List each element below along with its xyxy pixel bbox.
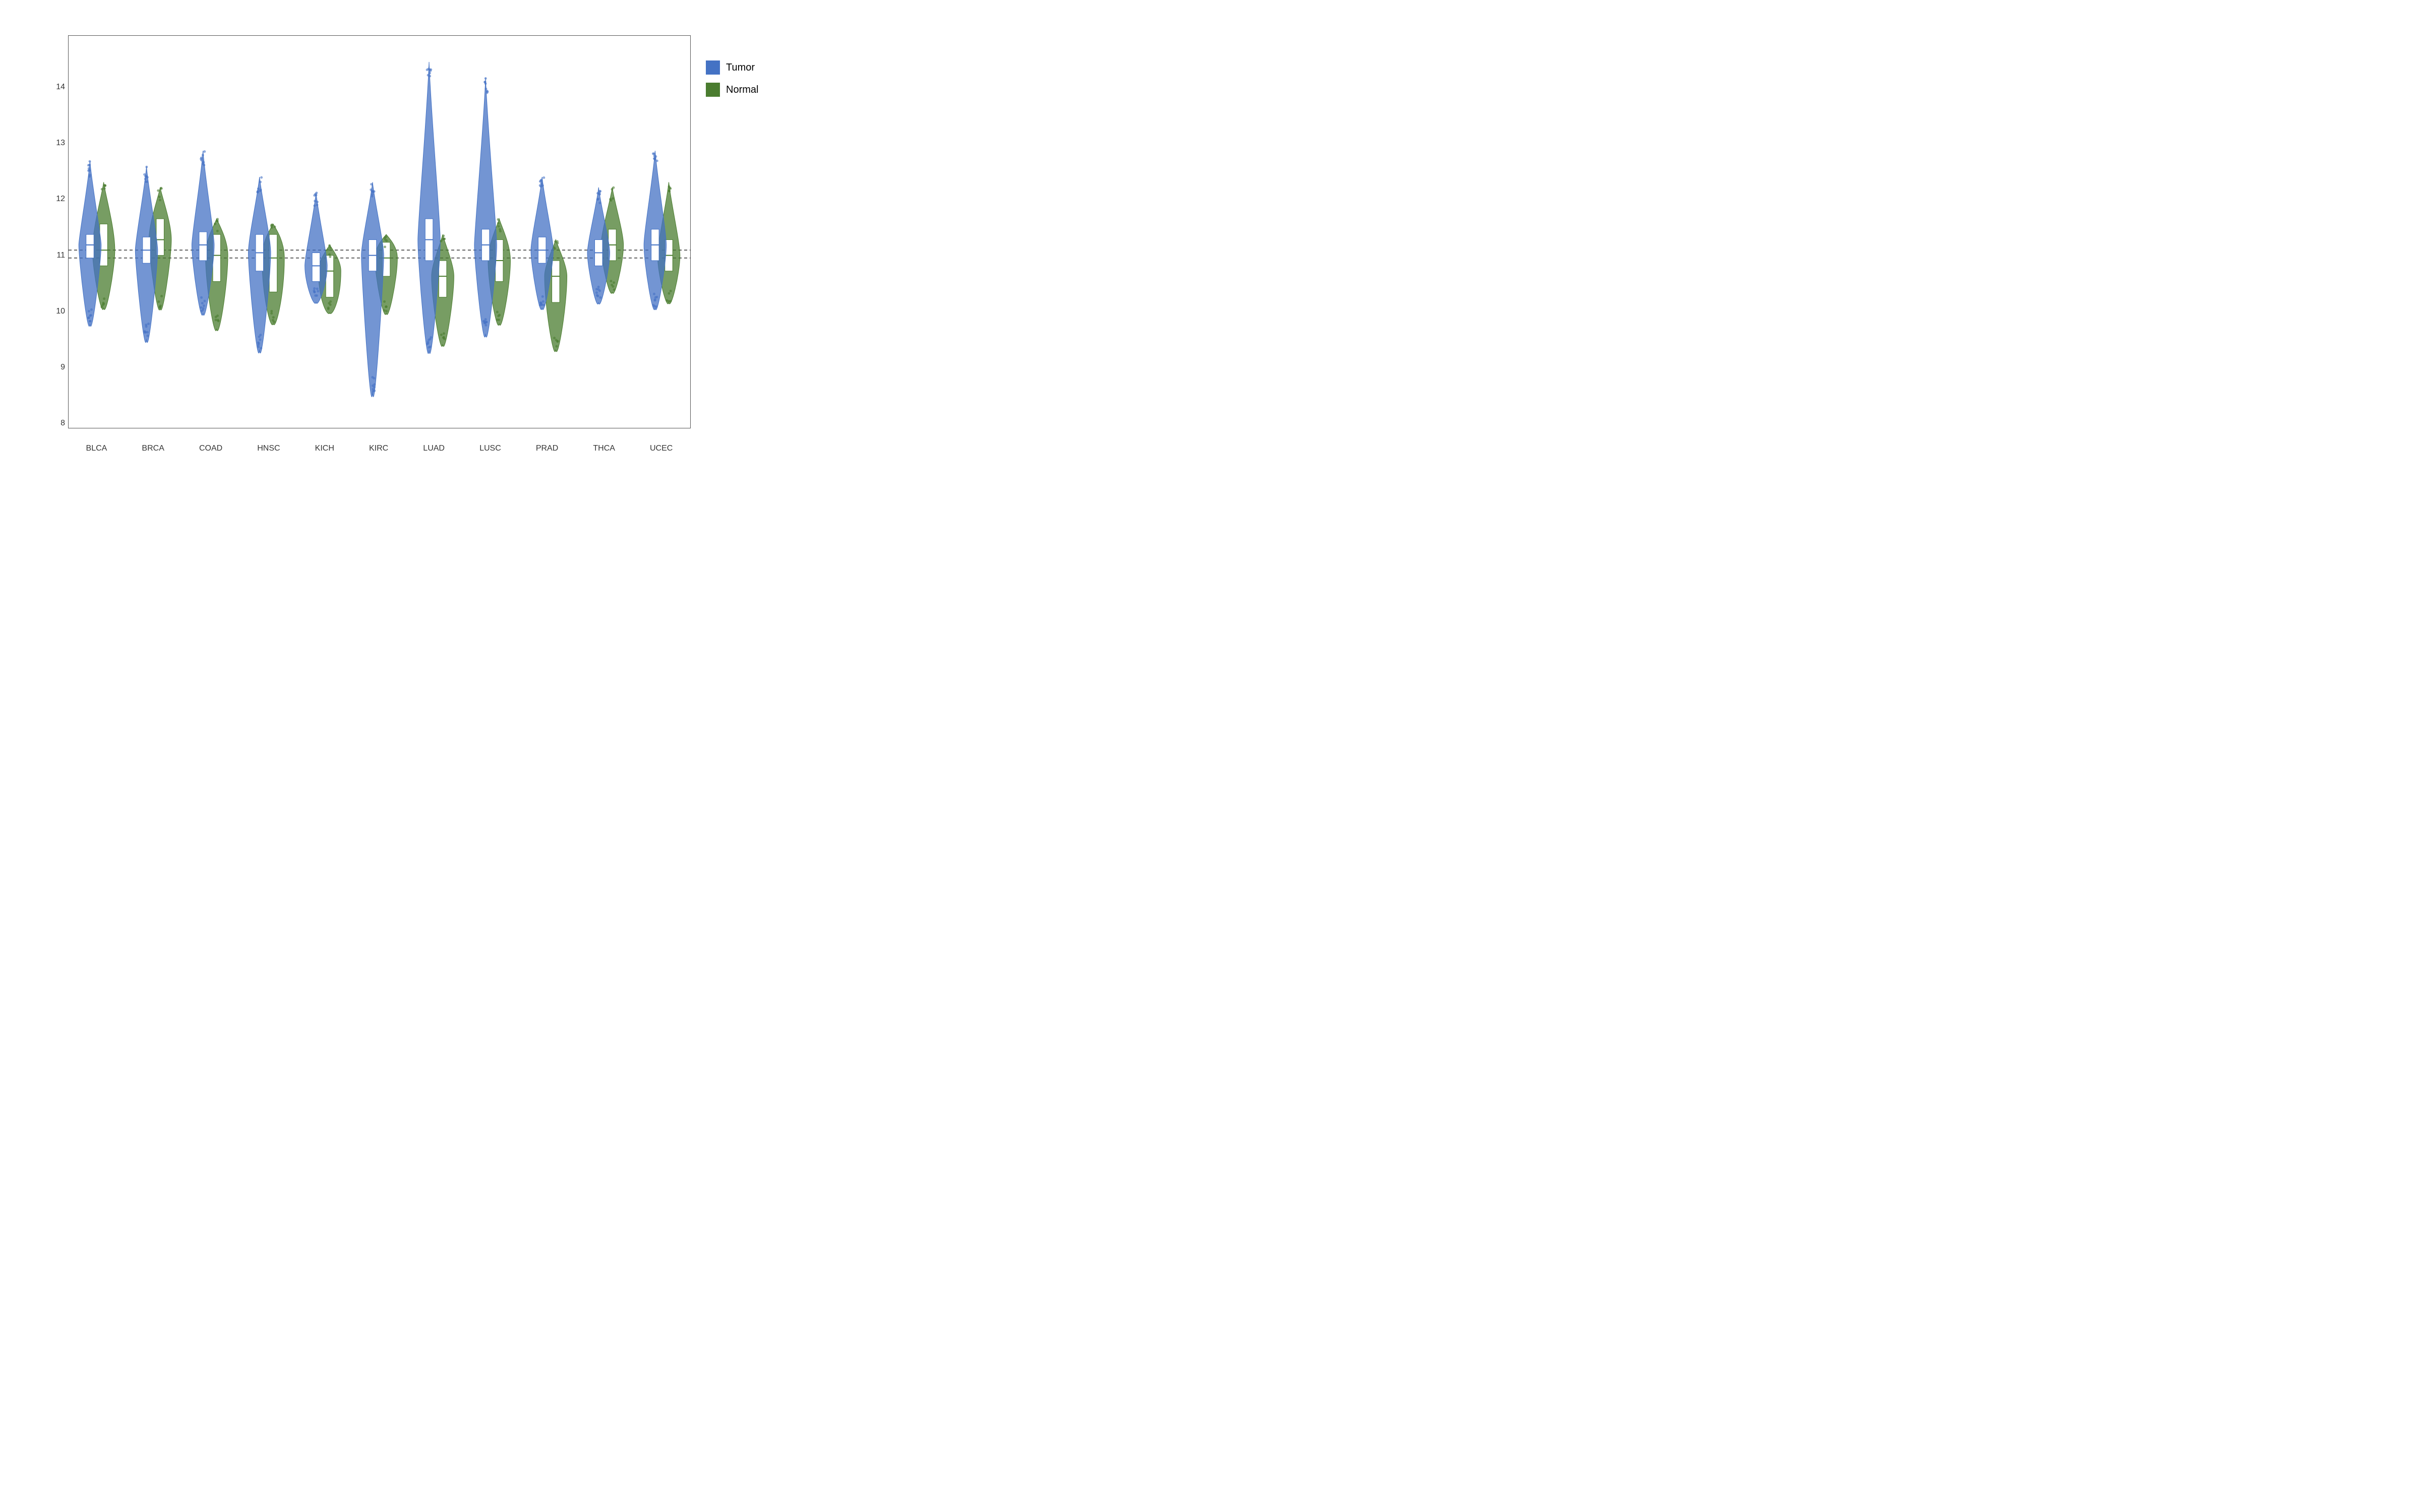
y-tick-11: 11 — [42, 251, 65, 260]
plot-region: 14 13 12 11 10 9 8 BLCABRCACOADHNSCKICHK… — [68, 35, 691, 428]
x-tick-blca: BLCA — [86, 444, 107, 453]
chart-area: 14 13 12 11 10 9 8 BLCA BRCA COAD HNSC KICH K… — [20, 30, 786, 464]
x-tick-kich: KICH — [315, 444, 334, 453]
x-tick-prad: PRAD — [536, 444, 558, 453]
x-tick-lusc: LUSC — [479, 444, 501, 453]
legend-label-tumor: Tumor — [726, 62, 755, 74]
legend-label-normal: Normal — [726, 84, 758, 96]
y-tick-8: 8 — [42, 419, 65, 428]
violin-plot — [69, 36, 690, 428]
legend-item-tumor: Tumor — [706, 60, 786, 75]
x-tick-hnsc: HNSC — [257, 444, 280, 453]
y-tick-12: 12 — [42, 195, 65, 204]
y-tick-13: 13 — [42, 139, 65, 148]
x-tick-kirc: KIRC — [369, 444, 388, 453]
legend-item-normal: Normal — [706, 83, 786, 97]
chart-container: 14 13 12 11 10 9 8 BLCA BRCA COAD HNSC KICH K… — [20, 15, 786, 489]
legend-color-tumor — [706, 60, 720, 75]
y-tick-10: 10 — [42, 307, 65, 316]
x-tick-luad: LUAD — [423, 444, 445, 453]
y-tick-14: 14 — [42, 83, 65, 92]
legend-color-normal — [706, 83, 720, 97]
x-tick-coad: COAD — [199, 444, 222, 453]
x-tick-ucec: UCEC — [650, 444, 673, 453]
x-axis-labels: BLCA BRCA COAD HNSC KICH KIRC LUAD LUSC PRAD THCA… — [69, 444, 690, 453]
x-tick-thca: THCA — [593, 444, 615, 453]
chart-title — [20, 15, 786, 25]
y-axis-label — [20, 30, 40, 464]
x-tick-brca: BRCA — [142, 444, 164, 453]
y-tick-9: 9 — [42, 363, 65, 372]
legend: Tumor Normal — [696, 30, 786, 464]
